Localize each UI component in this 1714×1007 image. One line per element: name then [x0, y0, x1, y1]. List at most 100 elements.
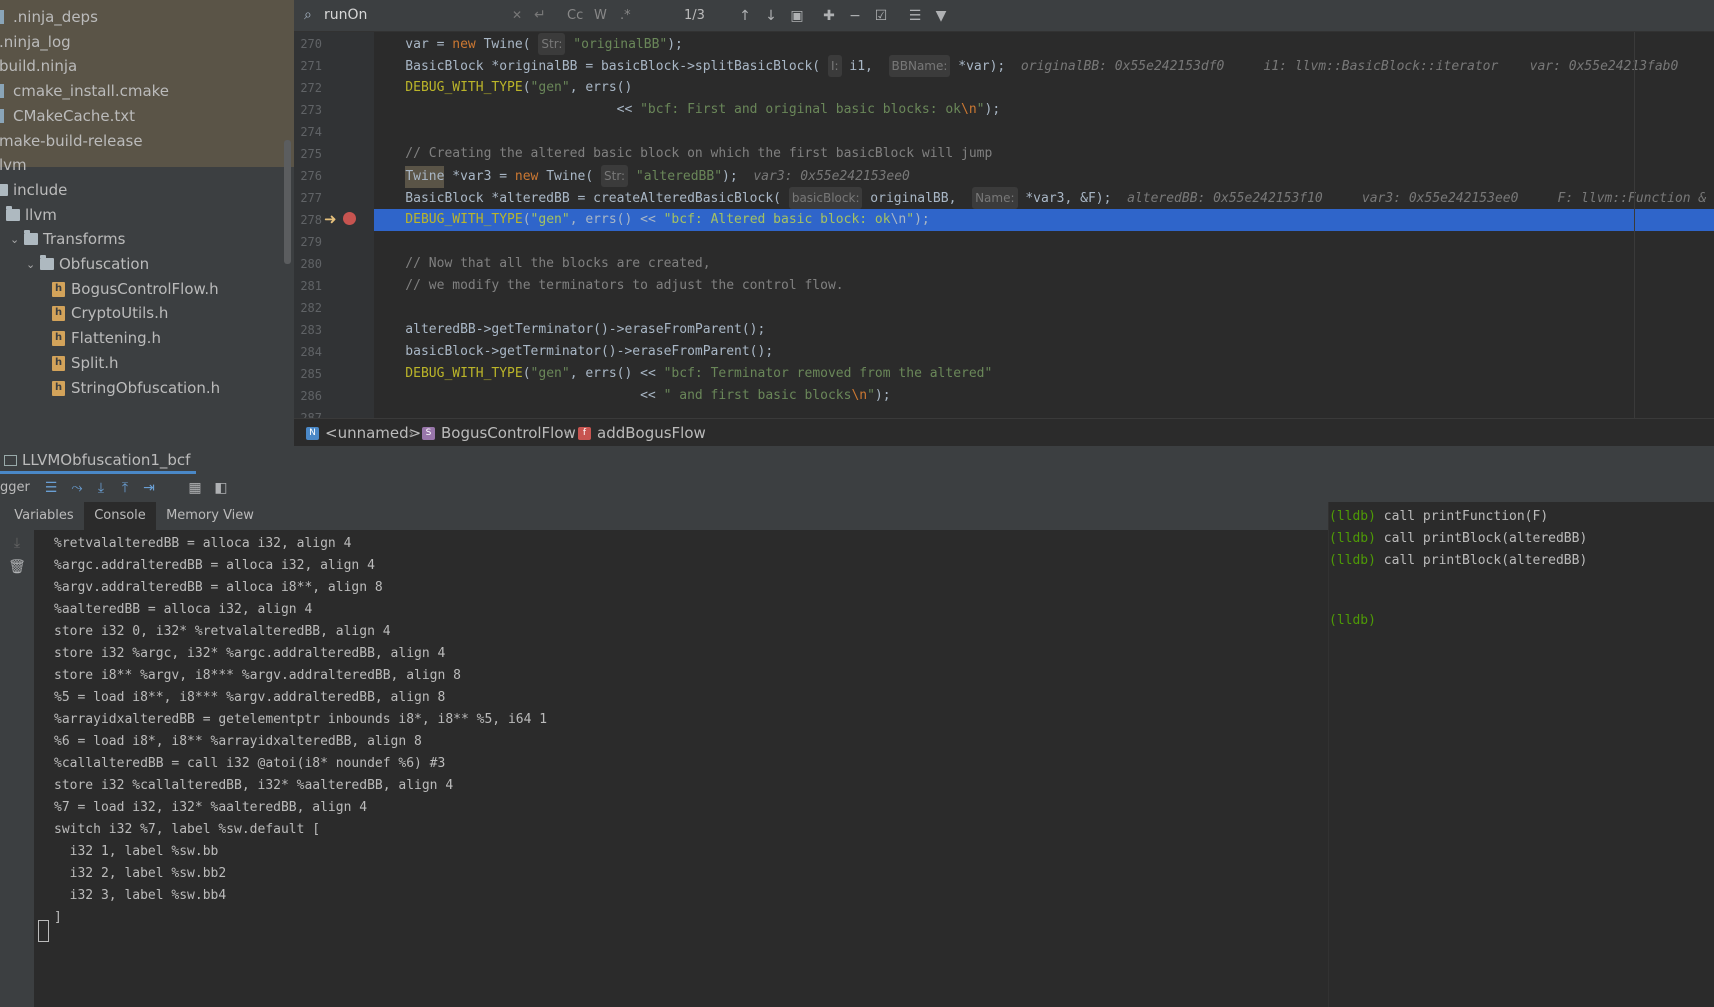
- step-over-icon[interactable]: ⤳: [66, 477, 88, 499]
- step-out-icon[interactable]: ⤒: [114, 477, 136, 499]
- line-number[interactable]: 280: [294, 253, 322, 275]
- code-line[interactable]: // Now that all the blocks are created,: [374, 253, 1714, 275]
- line-number[interactable]: 277: [294, 187, 322, 209]
- tree-item[interactable]: .ninja_deps: [0, 4, 286, 31]
- line-number[interactable]: 275: [294, 143, 322, 165]
- code-line[interactable]: [374, 297, 1714, 319]
- scroll-to-end-icon[interactable]: ⤓: [6, 532, 28, 554]
- chevron-down-icon[interactable]: ⌄: [26, 251, 35, 278]
- console-output[interactable]: %retvalalteredBB = alloca i32, align 4 %a…: [34, 530, 1330, 1007]
- code-line[interactable]: << " and first basic blocks\n");: [374, 385, 1714, 407]
- line-number[interactable]: 273: [294, 99, 322, 121]
- regex-toggle[interactable]: .*: [620, 0, 631, 31]
- line-number[interactable]: 282: [294, 297, 322, 319]
- new-line-icon[interactable]: ↵: [534, 0, 546, 31]
- line-number[interactable]: 276: [294, 165, 322, 187]
- tree-item[interactable]: llvm: [0, 202, 286, 229]
- code-line[interactable]: BasicBlock *originalBB = basicBlock->spl…: [374, 55, 1714, 77]
- code-line[interactable]: BasicBlock *alteredBB = createAlteredBas…: [374, 187, 1714, 209]
- tab-variables[interactable]: Variables: [8, 502, 80, 530]
- debugger-label[interactable]: gger: [0, 474, 30, 502]
- line-number[interactable]: 278: [294, 209, 322, 231]
- evaluate-expression-icon[interactable]: ▦: [184, 477, 206, 499]
- filter-icon[interactable]: ▼: [930, 5, 952, 27]
- folder-icon: [6, 205, 20, 221]
- line-number[interactable]: 279: [294, 231, 322, 253]
- line-number[interactable]: 285: [294, 363, 322, 385]
- clear-search-icon[interactable]: ✕: [512, 0, 522, 31]
- filter-options-icon[interactable]: ☰: [904, 5, 926, 27]
- select-all-occurrences-icon[interactable]: ☑: [870, 5, 892, 27]
- code-line[interactable]: // we modify the terminators to adjust t…: [374, 275, 1714, 297]
- lldb-console[interactable]: (lldb) call printFunction(F) (lldb) call …: [1328, 502, 1714, 1007]
- parameter-hint: I:: [827, 55, 842, 77]
- tab-console[interactable]: Console: [84, 502, 156, 530]
- code-line[interactable]: var = new Twine( Str: "originalBB");: [374, 33, 1714, 55]
- find-in-window-icon[interactable]: ▣: [786, 5, 808, 27]
- tree-item[interactable]: BogusControlFlow.h: [0, 276, 286, 303]
- chevron-down-icon[interactable]: ⌄: [10, 226, 19, 253]
- add-selection-icon[interactable]: ✚: [818, 5, 840, 27]
- layout-settings-icon[interactable]: ◧: [210, 477, 232, 499]
- code-line[interactable]: DEBUG_WITH_TYPE("gen", errs(): [374, 77, 1714, 99]
- previous-occurrence-icon[interactable]: ↑: [734, 5, 756, 27]
- search-icon[interactable]: ⌕: [304, 0, 312, 31]
- tree-item[interactable]: lvm: [0, 152, 286, 179]
- remove-selection-icon[interactable]: −: [844, 5, 866, 27]
- current-execution-line[interactable]: DEBUG_WITH_TYPE("gen", errs() << "bcf: A…: [374, 209, 1714, 231]
- breakpoint-icon[interactable]: [343, 212, 356, 225]
- breadcrumb-item[interactable]: N <unnamed>: [306, 419, 421, 447]
- code-line[interactable]: [374, 231, 1714, 253]
- code-line[interactable]: [374, 407, 1714, 418]
- match-case-toggle[interactable]: Cc: [567, 0, 583, 31]
- line-number[interactable]: 281: [294, 275, 322, 297]
- search-input[interactable]: runOn: [324, 0, 504, 31]
- tree-item[interactable]: ⌄ Transforms: [0, 226, 286, 253]
- tab-memory-view[interactable]: Memory View: [160, 502, 260, 530]
- line-number[interactable]: 271: [294, 55, 322, 77]
- line-number[interactable]: 274: [294, 121, 322, 143]
- tree-scrollbar[interactable]: [284, 140, 291, 264]
- tree-item[interactable]: make-build-release: [0, 128, 286, 155]
- whole-words-toggle[interactable]: W: [594, 0, 607, 31]
- line-number[interactable]: 272: [294, 77, 322, 99]
- tree-item[interactable]: cmake_install.cmake: [0, 78, 286, 105]
- tree-item[interactable]: Flattening.h: [0, 325, 286, 352]
- code-line[interactable]: // Creating the altered basic block on w…: [374, 143, 1714, 165]
- tree-item[interactable]: CryptoUtils.h: [0, 300, 286, 327]
- tree-item[interactable]: StringObfuscation.h: [0, 375, 286, 402]
- code-line[interactable]: << "bcf: First and original basic blocks…: [374, 99, 1714, 121]
- line-number[interactable]: 270: [294, 33, 322, 55]
- step-into-icon[interactable]: ⤓: [90, 477, 112, 499]
- run-to-cursor-icon[interactable]: ⇥: [138, 477, 160, 499]
- code-area[interactable]: var = new Twine( Str: "originalBB"); Bas…: [374, 32, 1714, 418]
- tree-item[interactable]: .ninja_log: [0, 29, 286, 56]
- show-execution-point-icon[interactable]: ☰: [40, 477, 62, 499]
- lldb-prompt[interactable]: (lldb): [1329, 610, 1376, 632]
- breadcrumb-item[interactable]: f addBogusFlow: [578, 419, 706, 447]
- code-line[interactable]: [374, 121, 1714, 143]
- find-bar: ⌕ runOn ✕ ↵ Cc W .* 1/3 ↑ ↓ ▣ ✚ − ☑ ☰ ▼: [294, 0, 1714, 32]
- console-side-toolbar: ⤓ 🗑: [0, 530, 34, 1007]
- code-line[interactable]: DEBUG_WITH_TYPE("gen", errs() << "bcf: T…: [374, 363, 1714, 385]
- code-line[interactable]: alteredBB->getTerminator()->eraseFromPar…: [374, 319, 1714, 341]
- line-number[interactable]: 283: [294, 319, 322, 341]
- debug-session-tab[interactable]: LLVMObfuscation1_bcf ✕: [0, 446, 196, 496]
- code-line[interactable]: Twine *var3 = new Twine( Str: "alteredBB…: [374, 165, 1714, 188]
- line-number[interactable]: 286: [294, 385, 322, 407]
- line-number[interactable]: 284: [294, 341, 322, 363]
- tree-item-label: make-build-release: [0, 131, 143, 150]
- code-line[interactable]: basicBlock->getTerminator()->eraseFromPa…: [374, 341, 1714, 363]
- tree-item[interactable]: CMakeCache.txt: [0, 103, 286, 130]
- breadcrumb-item[interactable]: S BogusControlFlow: [422, 419, 576, 447]
- tree-item[interactable]: include: [0, 177, 286, 204]
- clear-console-trash-icon[interactable]: 🗑: [6, 556, 28, 578]
- tree-item[interactable]: build.ninja: [0, 53, 286, 80]
- tree-item[interactable]: ⌄ Obfuscation: [0, 251, 286, 278]
- code-token: BasicBlock *originalBB = basicBlock->spl…: [374, 59, 828, 74]
- console-input-cursor[interactable]: [38, 920, 49, 942]
- next-occurrence-icon[interactable]: ↓: [760, 5, 782, 27]
- tree-item-label: CMakeCache.txt: [13, 106, 136, 125]
- tree-item[interactable]: Split.h: [0, 350, 286, 377]
